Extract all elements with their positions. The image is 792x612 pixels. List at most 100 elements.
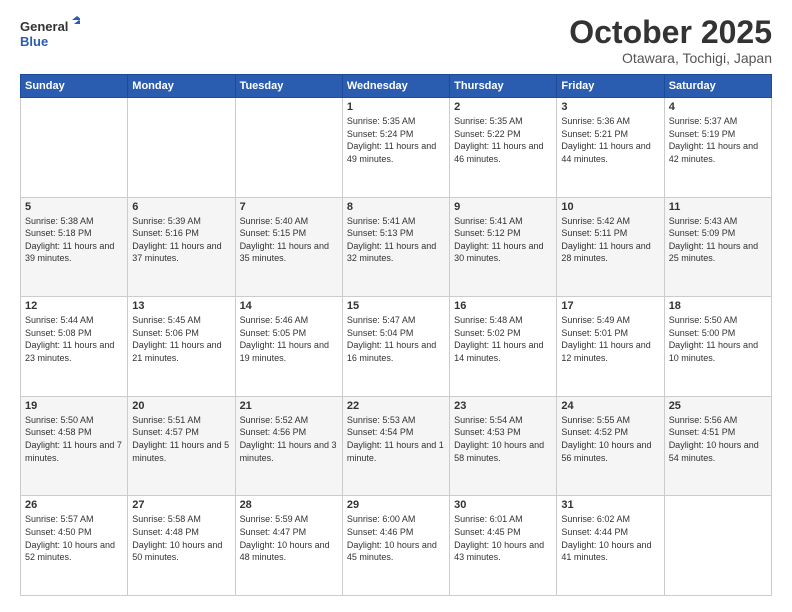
cell-info: Sunrise: 5:59 AMSunset: 4:47 PMDaylight:…	[240, 514, 330, 562]
table-row: 2 Sunrise: 5:35 AMSunset: 5:22 PMDayligh…	[450, 98, 557, 198]
calendar-row: 26 Sunrise: 5:57 AMSunset: 4:50 PMDaylig…	[21, 496, 772, 596]
calendar-table: Sunday Monday Tuesday Wednesday Thursday…	[20, 74, 772, 596]
table-row: 26 Sunrise: 5:57 AMSunset: 4:50 PMDaylig…	[21, 496, 128, 596]
cell-info: Sunrise: 5:41 AMSunset: 5:13 PMDaylight:…	[347, 216, 436, 264]
cell-info: Sunrise: 5:50 AMSunset: 5:00 PMDaylight:…	[669, 315, 758, 363]
cell-info: Sunrise: 5:57 AMSunset: 4:50 PMDaylight:…	[25, 514, 115, 562]
table-row: 15 Sunrise: 5:47 AMSunset: 5:04 PMDaylig…	[342, 297, 449, 397]
cell-info: Sunrise: 6:02 AMSunset: 4:44 PMDaylight:…	[561, 514, 651, 562]
table-row	[128, 98, 235, 198]
table-row: 22 Sunrise: 5:53 AMSunset: 4:54 PMDaylig…	[342, 396, 449, 496]
table-row	[235, 98, 342, 198]
col-wednesday: Wednesday	[342, 75, 449, 98]
svg-text:Blue: Blue	[20, 34, 48, 49]
day-number: 14	[240, 300, 338, 312]
cell-info: Sunrise: 5:51 AMSunset: 4:57 PMDaylight:…	[132, 415, 229, 463]
table-row: 14 Sunrise: 5:46 AMSunset: 5:05 PMDaylig…	[235, 297, 342, 397]
cell-info: Sunrise: 5:50 AMSunset: 4:58 PMDaylight:…	[25, 415, 122, 463]
col-tuesday: Tuesday	[235, 75, 342, 98]
day-number: 17	[561, 300, 659, 312]
location-subtitle: Otawara, Tochigi, Japan	[569, 50, 772, 66]
day-number: 23	[454, 400, 552, 412]
day-number: 13	[132, 300, 230, 312]
cell-info: Sunrise: 5:46 AMSunset: 5:05 PMDaylight:…	[240, 315, 329, 363]
calendar-row: 12 Sunrise: 5:44 AMSunset: 5:08 PMDaylig…	[21, 297, 772, 397]
table-row: 4 Sunrise: 5:37 AMSunset: 5:19 PMDayligh…	[664, 98, 771, 198]
cell-info: Sunrise: 5:55 AMSunset: 4:52 PMDaylight:…	[561, 415, 651, 463]
table-row: 29 Sunrise: 6:00 AMSunset: 4:46 PMDaylig…	[342, 496, 449, 596]
table-row	[21, 98, 128, 198]
table-row: 3 Sunrise: 5:36 AMSunset: 5:21 PMDayligh…	[557, 98, 664, 198]
table-row: 5 Sunrise: 5:38 AMSunset: 5:18 PMDayligh…	[21, 197, 128, 297]
table-row: 19 Sunrise: 5:50 AMSunset: 4:58 PMDaylig…	[21, 396, 128, 496]
day-number: 24	[561, 400, 659, 412]
logo-svg: General Blue	[20, 16, 80, 52]
table-row: 17 Sunrise: 5:49 AMSunset: 5:01 PMDaylig…	[557, 297, 664, 397]
day-number: 31	[561, 499, 659, 511]
day-number: 2	[454, 101, 552, 113]
cell-info: Sunrise: 5:38 AMSunset: 5:18 PMDaylight:…	[25, 216, 114, 264]
day-number: 10	[561, 201, 659, 213]
table-row: 23 Sunrise: 5:54 AMSunset: 4:53 PMDaylig…	[450, 396, 557, 496]
table-row: 21 Sunrise: 5:52 AMSunset: 4:56 PMDaylig…	[235, 396, 342, 496]
table-row: 6 Sunrise: 5:39 AMSunset: 5:16 PMDayligh…	[128, 197, 235, 297]
title-block: October 2025 Otawara, Tochigi, Japan	[569, 16, 772, 66]
day-number: 11	[669, 201, 767, 213]
cell-info: Sunrise: 5:52 AMSunset: 4:56 PMDaylight:…	[240, 415, 337, 463]
cell-info: Sunrise: 5:44 AMSunset: 5:08 PMDaylight:…	[25, 315, 114, 363]
calendar-row: 1 Sunrise: 5:35 AMSunset: 5:24 PMDayligh…	[21, 98, 772, 198]
day-number: 29	[347, 499, 445, 511]
cell-info: Sunrise: 5:48 AMSunset: 5:02 PMDaylight:…	[454, 315, 543, 363]
day-number: 27	[132, 499, 230, 511]
day-number: 26	[25, 499, 123, 511]
cell-info: Sunrise: 5:53 AMSunset: 4:54 PMDaylight:…	[347, 415, 444, 463]
day-number: 12	[25, 300, 123, 312]
table-row: 16 Sunrise: 5:48 AMSunset: 5:02 PMDaylig…	[450, 297, 557, 397]
day-number: 19	[25, 400, 123, 412]
table-row: 11 Sunrise: 5:43 AMSunset: 5:09 PMDaylig…	[664, 197, 771, 297]
table-row: 18 Sunrise: 5:50 AMSunset: 5:00 PMDaylig…	[664, 297, 771, 397]
logo: General Blue	[20, 16, 80, 52]
svg-text:General: General	[20, 19, 68, 34]
day-number: 16	[454, 300, 552, 312]
cell-info: Sunrise: 5:35 AMSunset: 5:22 PMDaylight:…	[454, 116, 543, 164]
calendar-header-row: Sunday Monday Tuesday Wednesday Thursday…	[21, 75, 772, 98]
month-title: October 2025	[569, 16, 772, 48]
cell-info: Sunrise: 5:45 AMSunset: 5:06 PMDaylight:…	[132, 315, 221, 363]
cell-info: Sunrise: 5:41 AMSunset: 5:12 PMDaylight:…	[454, 216, 543, 264]
calendar-page: General Blue October 2025 Otawara, Tochi…	[0, 0, 792, 612]
calendar-row: 5 Sunrise: 5:38 AMSunset: 5:18 PMDayligh…	[21, 197, 772, 297]
table-row: 9 Sunrise: 5:41 AMSunset: 5:12 PMDayligh…	[450, 197, 557, 297]
col-monday: Monday	[128, 75, 235, 98]
cell-info: Sunrise: 5:40 AMSunset: 5:15 PMDaylight:…	[240, 216, 329, 264]
day-number: 4	[669, 101, 767, 113]
header: General Blue October 2025 Otawara, Tochi…	[20, 16, 772, 66]
cell-info: Sunrise: 5:54 AMSunset: 4:53 PMDaylight:…	[454, 415, 544, 463]
table-row: 8 Sunrise: 5:41 AMSunset: 5:13 PMDayligh…	[342, 197, 449, 297]
col-friday: Friday	[557, 75, 664, 98]
cell-info: Sunrise: 5:37 AMSunset: 5:19 PMDaylight:…	[669, 116, 758, 164]
day-number: 28	[240, 499, 338, 511]
day-number: 20	[132, 400, 230, 412]
col-thursday: Thursday	[450, 75, 557, 98]
table-row: 1 Sunrise: 5:35 AMSunset: 5:24 PMDayligh…	[342, 98, 449, 198]
cell-info: Sunrise: 6:00 AMSunset: 4:46 PMDaylight:…	[347, 514, 437, 562]
cell-info: Sunrise: 5:39 AMSunset: 5:16 PMDaylight:…	[132, 216, 221, 264]
table-row: 12 Sunrise: 5:44 AMSunset: 5:08 PMDaylig…	[21, 297, 128, 397]
table-row: 20 Sunrise: 5:51 AMSunset: 4:57 PMDaylig…	[128, 396, 235, 496]
day-number: 21	[240, 400, 338, 412]
day-number: 1	[347, 101, 445, 113]
day-number: 9	[454, 201, 552, 213]
calendar-row: 19 Sunrise: 5:50 AMSunset: 4:58 PMDaylig…	[21, 396, 772, 496]
cell-info: Sunrise: 6:01 AMSunset: 4:45 PMDaylight:…	[454, 514, 544, 562]
day-number: 18	[669, 300, 767, 312]
table-row	[664, 496, 771, 596]
col-saturday: Saturday	[664, 75, 771, 98]
cell-info: Sunrise: 5:58 AMSunset: 4:48 PMDaylight:…	[132, 514, 222, 562]
table-row: 27 Sunrise: 5:58 AMSunset: 4:48 PMDaylig…	[128, 496, 235, 596]
table-row: 24 Sunrise: 5:55 AMSunset: 4:52 PMDaylig…	[557, 396, 664, 496]
col-sunday: Sunday	[21, 75, 128, 98]
cell-info: Sunrise: 5:47 AMSunset: 5:04 PMDaylight:…	[347, 315, 436, 363]
table-row: 7 Sunrise: 5:40 AMSunset: 5:15 PMDayligh…	[235, 197, 342, 297]
day-number: 25	[669, 400, 767, 412]
